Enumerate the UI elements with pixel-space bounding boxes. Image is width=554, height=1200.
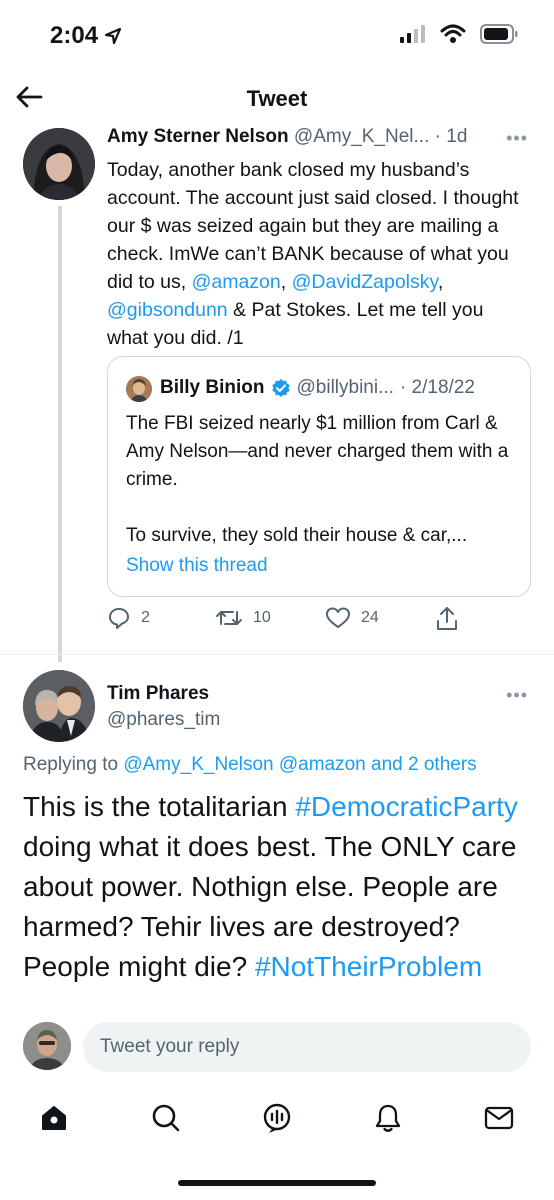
tab-spaces[interactable] (257, 1100, 297, 1136)
search-icon (152, 1104, 180, 1132)
status-bar-time: 2:04 (50, 22, 122, 50)
tweet-time: · 1d (434, 126, 468, 147)
like-count: 24 (361, 609, 379, 626)
thread-line (58, 206, 62, 662)
messages-icon (484, 1106, 514, 1130)
tweet-text-part: , (280, 271, 292, 293)
tweet-text: This is the totalitarian #DemocraticPart… (23, 787, 533, 987)
quoted-text-paragraph: To survive, they sold their house & car,… (126, 525, 468, 546)
quoted-author-handle: @billybini... (296, 377, 394, 398)
like-button[interactable]: 24 (325, 606, 379, 630)
home-icon (42, 1106, 66, 1130)
avatar[interactable] (23, 128, 95, 200)
more-options-button[interactable]: ••• (506, 128, 528, 149)
location-arrow-icon (104, 27, 122, 45)
author-name[interactable]: Amy Sterner Nelson (107, 126, 289, 147)
mention-link[interactable]: @amazon (192, 271, 281, 293)
tweet-header: Amy Sterner Nelson @Amy_K_Nel... · 1d (107, 126, 467, 148)
quoted-author-name: Billy Binion (160, 377, 265, 398)
bottom-tab-bar (0, 1084, 554, 1200)
battery-icon (480, 24, 518, 44)
quoted-profile-photo (126, 376, 152, 402)
quoted-tweet-text: The FBI seized nearly $1 million from Ca… (126, 410, 522, 550)
my-profile-photo (23, 1022, 71, 1070)
author-handle[interactable]: @phares_tim (107, 709, 220, 731)
quoted-tweet-date: · 2/18/22 (399, 377, 475, 398)
replying-to-users-link[interactable]: @Amy_K_Nelson @amazon and 2 others (123, 754, 476, 775)
divider (0, 654, 554, 655)
tweet-text-part: This is the totalitarian (23, 791, 296, 822)
tab-notifications[interactable] (368, 1100, 408, 1136)
tweet-actions: 2 10 24 (107, 606, 467, 636)
mention-link[interactable]: @gibsondunn (107, 299, 228, 321)
quoted-tweet-header: Billy Binion @billybini... · 2/18/22 (160, 377, 475, 399)
retweet-count: 10 (253, 609, 271, 626)
share-icon (437, 607, 457, 630)
reply-composer-bar (0, 1012, 554, 1084)
heart-icon (326, 607, 350, 628)
profile-photo (23, 670, 95, 742)
tab-messages[interactable] (479, 1100, 519, 1136)
hashtag-link[interactable]: #NotTheirProblem (255, 951, 482, 982)
cellular-signal-icon (400, 25, 425, 43)
reply-count: 2 (141, 609, 150, 626)
quoted-avatar (126, 376, 152, 402)
home-indicator (178, 1180, 376, 1186)
quoted-tweet-card[interactable]: Billy Binion @billybini... · 2/18/22 The… (107, 356, 531, 597)
more-options-button[interactable]: ••• (506, 685, 528, 706)
status-time-text: 2:04 (50, 22, 99, 49)
tweet-text-part: , (437, 271, 444, 293)
reply-input[interactable] (83, 1022, 531, 1072)
notifications-icon (375, 1104, 401, 1132)
show-thread-link[interactable]: Show this thread (126, 555, 268, 577)
author-handle[interactable]: @Amy_K_Nel... (294, 126, 429, 147)
share-button[interactable] (435, 606, 459, 632)
tweet-text: Today, another bank closed my husband’s … (107, 156, 527, 352)
tab-search[interactable] (146, 1100, 186, 1136)
verified-badge-icon (271, 379, 290, 397)
mention-link[interactable]: @DavidZapolsky (292, 271, 438, 293)
profile-photo (23, 128, 95, 200)
retweet-icon (216, 611, 242, 625)
replying-to-line: Replying to @Amy_K_Nelson @amazon and 2 … (23, 754, 477, 776)
reply-icon (109, 608, 129, 629)
retweet-button[interactable]: 10 (215, 606, 271, 630)
reply-button[interactable]: 2 (107, 606, 150, 630)
hashtag-link[interactable]: #DemocraticParty (295, 791, 518, 822)
replying-to-label: Replying to (23, 754, 124, 775)
avatar[interactable] (23, 670, 95, 742)
status-bar-indicators (400, 24, 518, 44)
quoted-text-paragraph: The FBI seized nearly $1 million from Ca… (126, 413, 509, 490)
author-name[interactable]: Tim Phares (107, 683, 209, 705)
wifi-icon (440, 24, 466, 43)
page-title: Tweet (246, 86, 308, 111)
my-avatar[interactable] (23, 1022, 71, 1070)
tab-home[interactable] (34, 1100, 74, 1136)
spaces-icon (263, 1103, 291, 1133)
